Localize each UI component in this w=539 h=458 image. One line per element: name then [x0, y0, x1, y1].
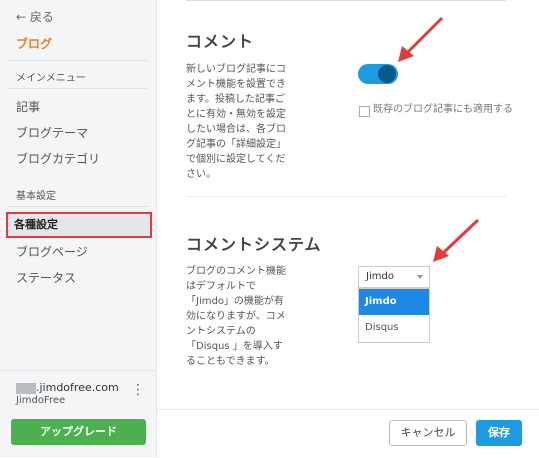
annotation-arrow-icon — [433, 218, 480, 262]
comment-system-select[interactable]: Jimdo — [358, 266, 430, 288]
account-plan: JimdoFree — [16, 395, 66, 406]
sidebar-item-status[interactable]: ステータス — [16, 269, 76, 286]
divider — [8, 206, 148, 207]
comment-description: 新しいブログ記事にコメント機能を設置できます。投稿した記事ごとに有効・無効を設定… — [186, 64, 286, 180]
upgrade-button[interactable]: アップグレード — [11, 419, 146, 445]
divider — [8, 60, 148, 61]
comment-system-dropdown: Jimdo Disqus — [358, 288, 430, 343]
sidebar-item-blog-pages[interactable]: ブログページ — [16, 243, 88, 260]
sidebar-item-articles[interactable]: 記事 — [16, 98, 40, 115]
account-domain: .jimdofree.com — [36, 381, 119, 394]
blog-title: ブログ — [16, 37, 53, 51]
back-link[interactable]: ← 戻る — [16, 8, 54, 25]
comment-system-title: コメントシステム — [186, 235, 322, 254]
sidebar-item-blog-theme[interactable]: ブログテーマ — [16, 124, 88, 141]
divider — [186, 196, 506, 197]
account-panel: .jimdofree.com JimdoFree ⋮ アップグレード — [0, 370, 156, 458]
more-options-icon[interactable]: ⋮ — [131, 383, 145, 397]
sidebar-item-settings[interactable]: 各種設定 — [6, 212, 152, 238]
chevron-down-icon — [417, 275, 423, 279]
apply-existing-checkbox[interactable] — [359, 106, 370, 117]
divider — [186, 0, 506, 1]
basic-settings-heading: 基本設定 — [16, 191, 56, 202]
main-menu-heading: メインメニュー — [16, 73, 86, 84]
annotation-arrow-icon — [398, 16, 444, 62]
option-jimdo[interactable]: Jimdo — [359, 289, 429, 315]
comment-section-title: コメント — [186, 32, 255, 51]
cancel-button[interactable]: キャンセル — [389, 420, 467, 446]
select-value: Jimdo — [366, 271, 394, 282]
toggle-knob — [378, 65, 396, 83]
comment-system-description: ブログのコメント機能はデフォルトで「Jimdo」の機能が有効になりますが、コメン… — [186, 266, 286, 367]
redacted-username — [16, 383, 36, 394]
sidebar-item-blog-category[interactable]: ブログカテゴリ — [16, 150, 100, 167]
footer-bar: キャンセル 保存 — [157, 409, 539, 458]
sidebar: ← 戻る ブログ メインメニュー 記事 ブログテーマ ブログカテゴリ 基本設定 … — [0, 0, 157, 457]
divider — [8, 88, 148, 89]
comment-toggle[interactable] — [358, 64, 398, 84]
option-disqus[interactable]: Disqus — [359, 315, 429, 341]
save-button[interactable]: 保存 — [476, 420, 522, 446]
apply-existing-label: 既存のブログ記事にも適用する — [373, 104, 513, 115]
